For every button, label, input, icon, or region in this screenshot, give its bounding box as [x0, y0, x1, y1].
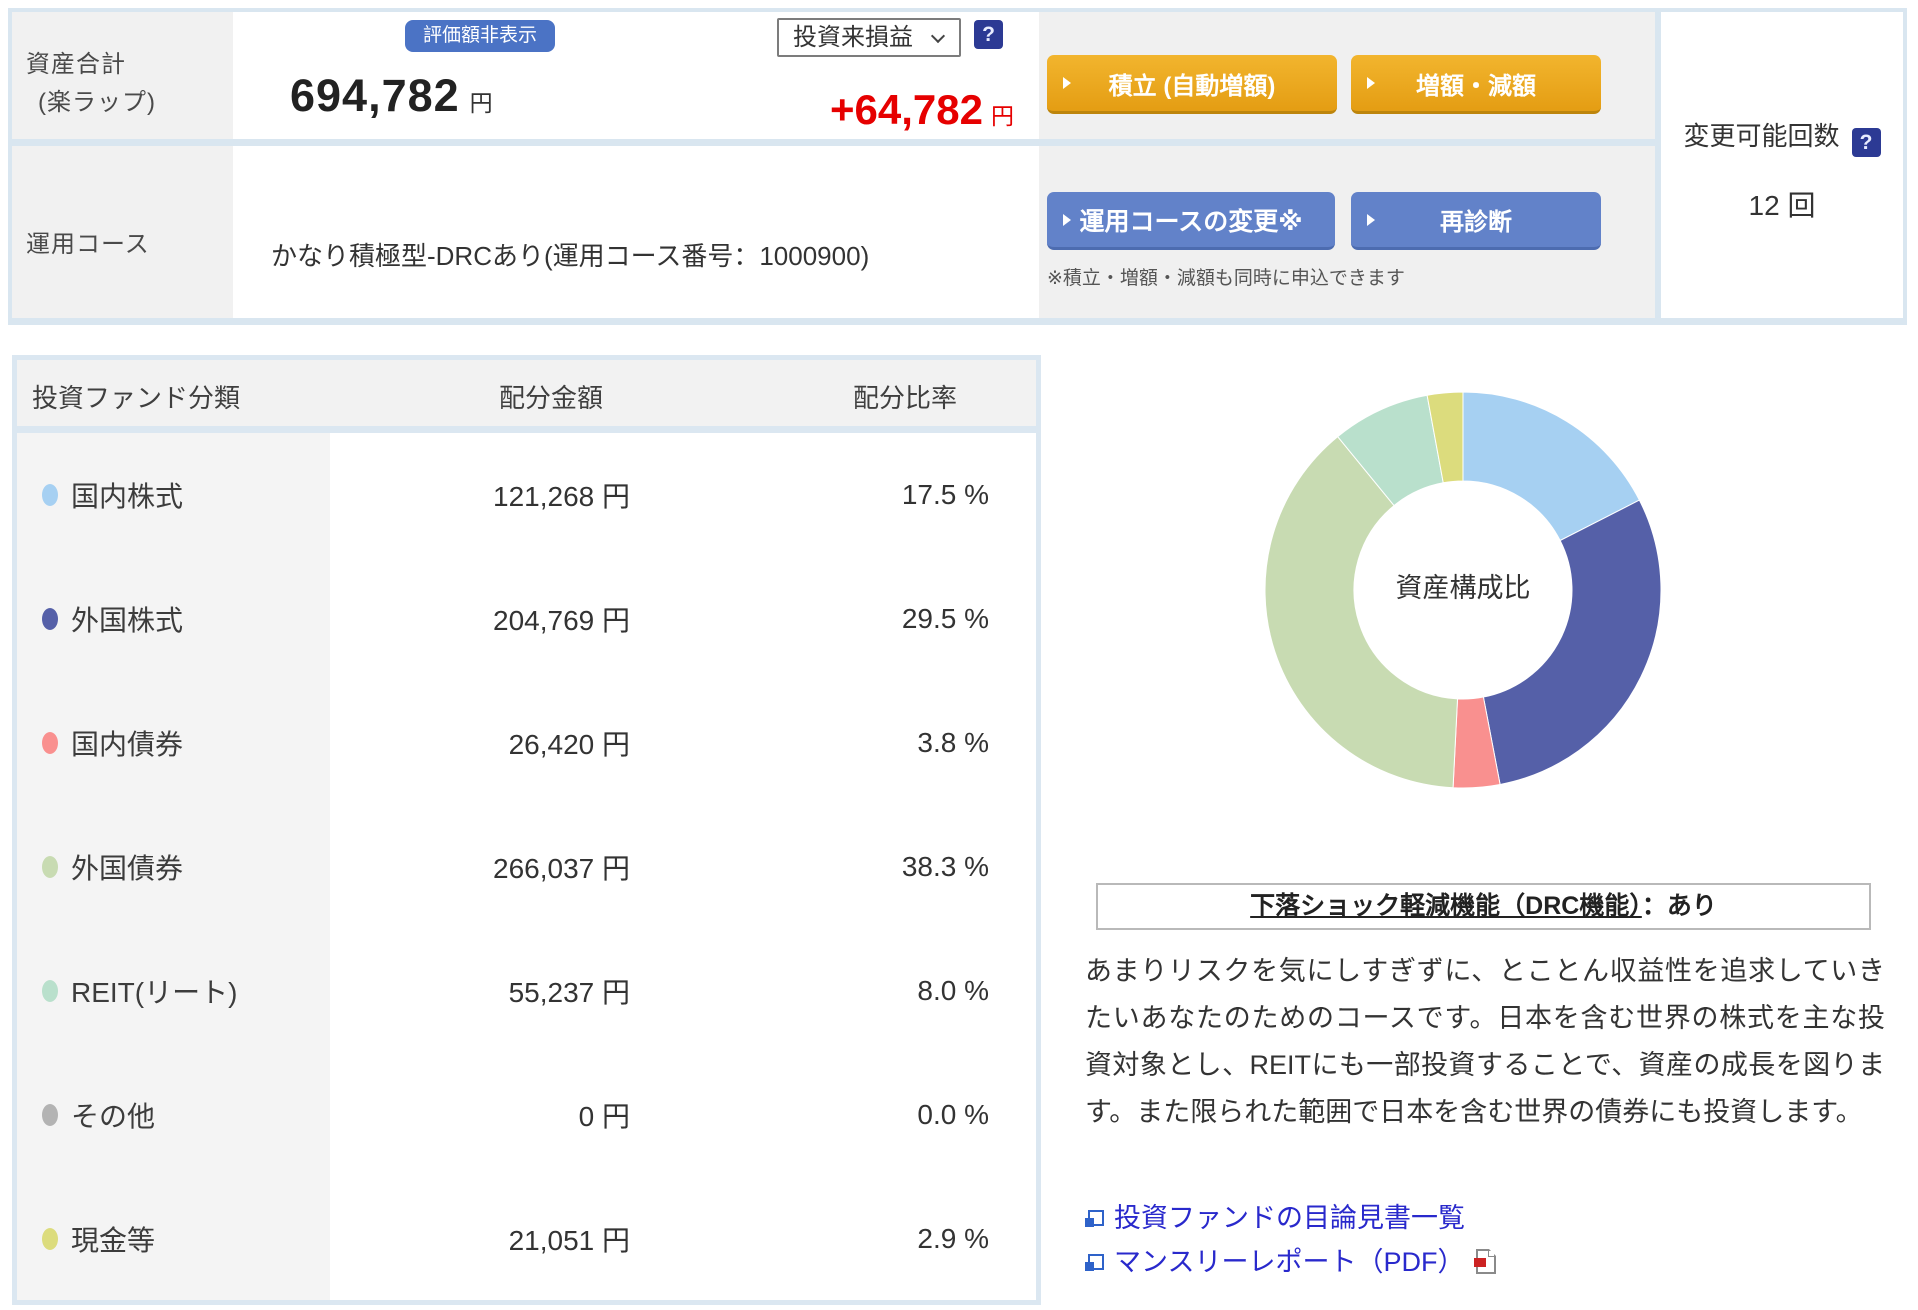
fund-category-label: 現金等 [71, 1219, 155, 1259]
reserve-button-label: 積立 (自動増額) [1109, 73, 1276, 100]
change-limit-panel: 変更可能回数? 12 回 [1661, 12, 1903, 318]
fund-amount: 121,268 円 [347, 475, 630, 515]
total-amount-unit: 円 [470, 90, 493, 116]
course-name-cell: かなり積極型-DRCあり(運用コース番号：1000900) [233, 146, 1039, 318]
fund-category-label: その他 [71, 1095, 155, 1135]
change-limit-help-icon[interactable]: ? [1852, 128, 1881, 157]
fund-category-label: 外国債券 [71, 847, 183, 887]
arrow-right-icon [1063, 77, 1071, 89]
header-fund-category: 投資ファンド分類 [32, 378, 240, 415]
fund-ratio: 2.9 % [717, 1223, 989, 1255]
table-row: 外国株式 204,769 円 29.5 % [17, 557, 1036, 681]
table-row: その他 0 円 0.0 % [17, 1053, 1036, 1177]
table-row: 国内債券 26,420 円 3.8 % [17, 681, 1036, 805]
reserve-auto-increase-button[interactable]: 積立 (自動増額) [1047, 55, 1337, 114]
course-label-cell: 運用コース [12, 146, 233, 318]
fund-ratio: 0.0 % [717, 1099, 989, 1131]
change-limit-value: 12 回 [1661, 184, 1903, 224]
change-limit-label: 変更可能回数 [1683, 121, 1839, 151]
popup-window-icon [1085, 1210, 1104, 1227]
re-diagnosis-button[interactable]: 再診断 [1351, 192, 1601, 250]
total-assets-sublabel: (楽ラップ) [38, 82, 156, 117]
category-color-dot [42, 484, 58, 506]
increase-decrease-label: 増額・減額 [1416, 73, 1536, 100]
pl-amount-unit: 円 [991, 103, 1014, 129]
drc-feature-status: ：あり [1642, 892, 1717, 920]
summary-table: 資産合計 (楽ラップ) 評価額非表示 694,782 円 投資来損益 ? +64,… [8, 8, 1907, 325]
rakuten-wrap-dashboard: 資産合計 (楽ラップ) 評価額非表示 694,782 円 投資来損益 ? +64,… [0, 0, 1918, 1310]
fund-table-body: 国内株式 121,268 円 17.5 % 外国株式 204,769 円 29.… [17, 433, 1036, 1300]
course-row-label: 運用コース [26, 224, 150, 259]
header-allocation-ratio: 配分比率 [747, 378, 1063, 415]
fund-category-label: REIT(リート) [71, 971, 237, 1011]
fund-amount: 204,769 円 [347, 599, 630, 639]
fund-table-header: 投資ファンド分類 配分金額 配分比率 [17, 360, 1036, 426]
arrow-right-icon [1367, 77, 1375, 89]
fund-amount: 0 円 [347, 1095, 630, 1135]
table-row: 現金等 21,051 円 2.9 % [17, 1177, 1036, 1301]
total-assets-label-cell: 資産合計 (楽ラップ) [12, 12, 233, 139]
category-color-dot [42, 1228, 58, 1250]
drc-feature-title: 下落ショック軽減機能（DRC機能） [1250, 892, 1642, 920]
asset-action-buttons-cell: 積立 (自動増額) 増額・減額 [1039, 12, 1655, 139]
fund-ratio: 8.0 % [717, 975, 989, 1007]
donut-center-label: 資産構成比 [1263, 566, 1663, 605]
fund-amount: 21,051 円 [347, 1219, 630, 1259]
change-course-label: 運用コースの変更※ [1079, 208, 1302, 236]
table-row: REIT(リート) 55,237 円 8.0 % [17, 929, 1036, 1053]
pl-help-icon[interactable]: ? [974, 20, 1003, 49]
prospectus-link[interactable]: 投資ファンドの目論見書一覧 [1114, 1203, 1465, 1233]
total-amount: 694,782 [290, 70, 460, 121]
fund-category-label: 外国株式 [71, 599, 183, 639]
fund-ratio: 17.5 % [717, 479, 989, 511]
monthly-report-link[interactable]: マンスリーレポート（PDF） [1114, 1247, 1464, 1277]
monthly-report-link-row: マンスリーレポート（PDF） [1085, 1240, 1496, 1279]
fund-category-label: 国内株式 [71, 475, 183, 515]
pdf-file-icon [1476, 1249, 1496, 1274]
course-description: あまりリスクを気にしすぎずに、とことん収益性を追求していきたいあなたのためのコー… [1085, 948, 1885, 1136]
total-assets-label: 資産合計 [26, 44, 126, 79]
prospectus-link-row: 投資ファンドの目論見書一覧 [1085, 1196, 1465, 1235]
re-diagnosis-label: 再診断 [1440, 209, 1512, 236]
fund-amount: 266,037 円 [347, 847, 630, 887]
hide-valuation-button[interactable]: 評価額非表示 [405, 20, 555, 52]
fund-ratio: 3.8 % [717, 727, 989, 759]
course-name: かなり積極型-DRCあり(運用コース番号：1000900) [271, 236, 869, 273]
fund-ratio: 38.3 % [717, 851, 989, 883]
fund-allocation-table: 投資ファンド分類 配分金額 配分比率 国内株式 121,268 円 17.5 %… [12, 355, 1041, 1305]
total-assets-value: 694,782 円 [290, 70, 493, 122]
increase-decrease-button[interactable]: 増額・減額 [1351, 55, 1601, 114]
donut-slice-外国債券 [1265, 437, 1458, 788]
arrow-right-icon [1063, 214, 1071, 226]
change-limit-label-row: 変更可能回数? [1661, 116, 1903, 157]
pl-period-select[interactable]: 投資来損益 [777, 18, 961, 57]
fund-amount: 55,237 円 [347, 971, 630, 1011]
fund-amount: 26,420 円 [347, 723, 630, 763]
donut-slice-外国株式 [1483, 500, 1661, 784]
pl-period-selected-value: 投資来損益 [793, 24, 913, 51]
profit-loss-value: +64,782 円 [830, 86, 1014, 134]
asset-composition-donut-chart: 資産構成比 [1263, 390, 1663, 790]
popup-window-icon [1085, 1254, 1104, 1271]
simultaneous-application-note: ※積立・増額・減額も同時に申込できます [1047, 263, 1405, 290]
category-color-dot [42, 980, 58, 1002]
table-row: 国内株式 121,268 円 17.5 % [17, 433, 1036, 557]
drc-feature-box: 下落ショック軽減機能（DRC機能）：あり [1096, 883, 1871, 930]
fund-ratio: 29.5 % [717, 603, 989, 635]
total-assets-value-cell: 評価額非表示 694,782 円 投資来損益 ? +64,782 円 [233, 12, 1039, 139]
course-action-buttons-cell: 運用コースの変更※ 再診断 ※積立・増額・減額も同時に申込できます [1039, 146, 1655, 318]
pl-amount: +64,782 [830, 86, 983, 133]
category-color-dot [42, 856, 58, 878]
change-course-button[interactable]: 運用コースの変更※ [1047, 192, 1335, 250]
category-color-dot [42, 1104, 58, 1126]
category-color-dot [42, 732, 58, 754]
chevron-down-icon [931, 29, 945, 43]
arrow-right-icon [1367, 214, 1375, 226]
header-allocation-amount: 配分金額 [397, 378, 705, 415]
fund-category-label: 国内債券 [71, 723, 183, 763]
table-row: 外国債券 266,037 円 38.3 % [17, 805, 1036, 929]
category-color-dot [42, 608, 58, 630]
